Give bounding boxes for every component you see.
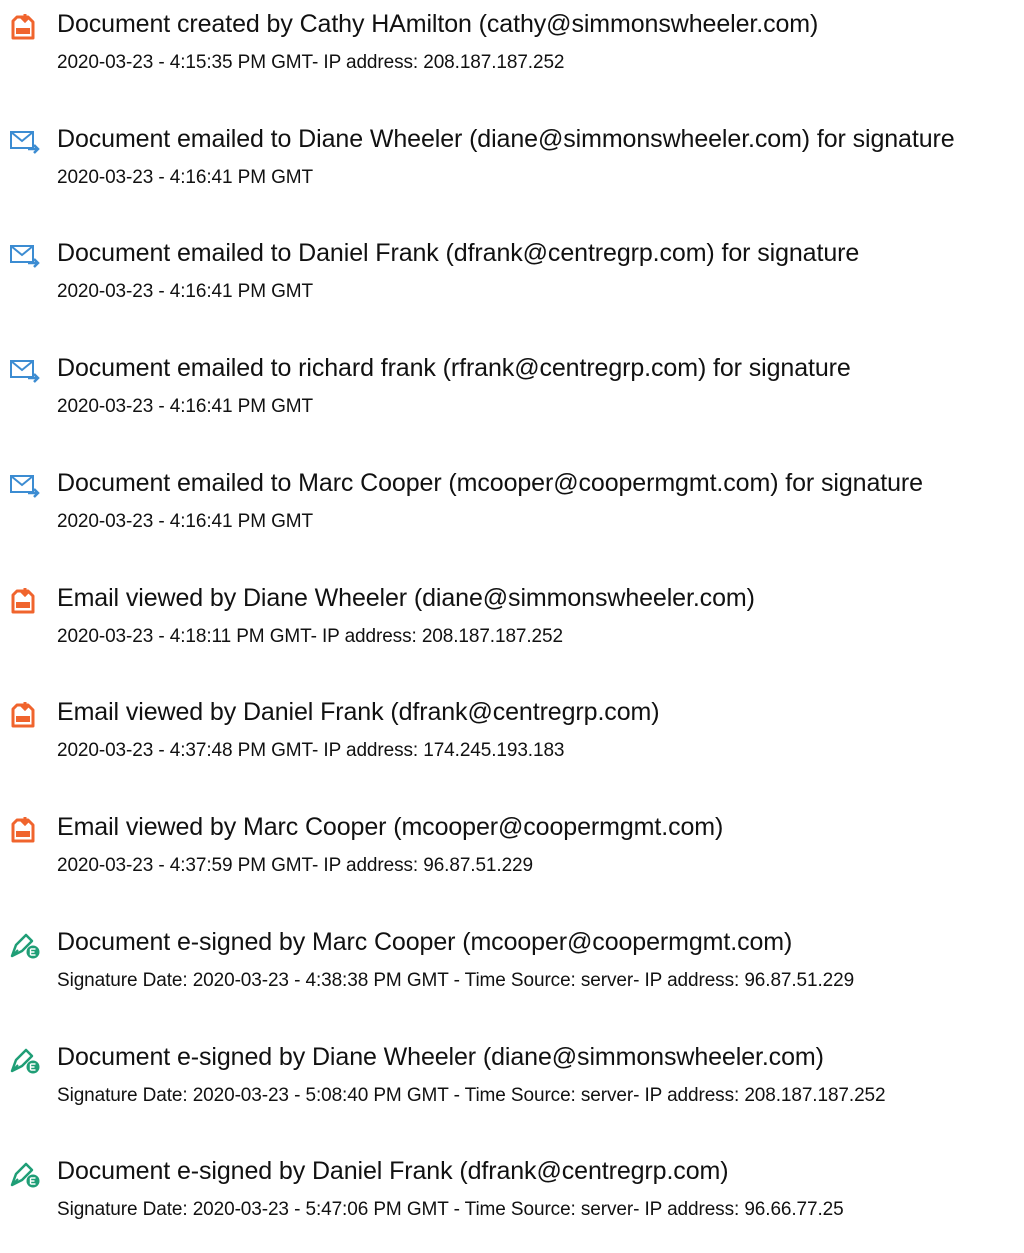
document-icon-graphic — [11, 702, 35, 728]
event-detail: 2020-03-23 - 4:37:59 PM GMT- IP address:… — [57, 855, 533, 876]
audit-event: Document emailed to Marc Cooper (mcooper… — [0, 465, 1024, 565]
event-detail: 2020-03-23 - 4:37:48 PM GMT- IP address:… — [57, 740, 565, 761]
audit-event: Email viewed by Marc Cooper (mcooper@coo… — [0, 809, 1024, 909]
document-icon — [8, 12, 42, 42]
email-sent-icon — [8, 241, 42, 271]
document-icon-graphic — [11, 817, 35, 843]
email-sent-icon-graphic — [10, 131, 40, 154]
e-signature-icon — [8, 1159, 42, 1189]
audit-event: Document emailed to richard frank (rfran… — [0, 350, 1024, 450]
e-signature-icon-graphic — [10, 1048, 40, 1074]
event-headline: Document emailed to Diane Wheeler (diane… — [57, 125, 955, 153]
email-sent-icon-graphic — [10, 475, 40, 498]
e-signature-icon — [8, 1045, 42, 1075]
email-sent-icon — [8, 127, 42, 157]
audit-event: Document emailed to Diane Wheeler (diane… — [0, 121, 1024, 221]
event-headline: Document e-signed by Marc Cooper (mcoope… — [57, 928, 793, 956]
event-headline: Document emailed to Daniel Frank (dfrank… — [57, 239, 860, 267]
email-sent-icon-graphic — [10, 245, 40, 268]
event-detail: Signature Date: 2020-03-23 - 4:38:38 PM … — [57, 970, 855, 991]
email-sent-icon — [8, 471, 42, 501]
event-headline: Email viewed by Daniel Frank (dfrank@cen… — [57, 698, 660, 726]
event-detail: 2020-03-23 - 4:15:35 PM GMT- IP address:… — [57, 52, 565, 73]
e-signature-icon — [8, 930, 42, 960]
e-signature-icon-graphic — [10, 933, 40, 959]
email-sent-icon-graphic — [10, 360, 40, 383]
event-detail: 2020-03-23 - 4:16:41 PM GMT — [57, 396, 314, 417]
event-detail: 2020-03-23 - 4:16:41 PM GMT — [57, 167, 314, 188]
event-headline: Document e-signed by Daniel Frank (dfran… — [57, 1157, 729, 1185]
audit-event: Email viewed by Daniel Frank (dfrank@cen… — [0, 694, 1024, 794]
email-sent-icon — [8, 356, 42, 386]
event-headline: Document e-signed by Diane Wheeler (dian… — [57, 1043, 824, 1071]
document-icon — [8, 700, 42, 730]
e-signature-icon-graphic — [10, 1162, 40, 1188]
event-detail: Signature Date: 2020-03-23 - 5:08:40 PM … — [57, 1085, 886, 1106]
document-icon — [8, 586, 42, 616]
event-detail: 2020-03-23 - 4:16:41 PM GMT — [57, 511, 314, 532]
event-headline: Email viewed by Marc Cooper (mcooper@coo… — [57, 813, 724, 841]
audit-event: Document e-signed by Marc Cooper (mcoope… — [0, 924, 1024, 1024]
audit-event: Document emailed to Daniel Frank (dfrank… — [0, 235, 1024, 335]
event-headline: Email viewed by Diane Wheeler (diane@sim… — [57, 584, 755, 612]
audit-event: Email viewed by Diane Wheeler (diane@sim… — [0, 580, 1024, 680]
event-headline: Document emailed to Marc Cooper (mcooper… — [57, 469, 923, 497]
event-headline: Document created by Cathy HAmilton (cath… — [57, 10, 819, 38]
audit-event: Document e-signed by Daniel Frank (dfran… — [0, 1153, 1024, 1253]
event-detail: 2020-03-23 - 4:16:41 PM GMT — [57, 281, 314, 302]
audit-event: Document created by Cathy HAmilton (cath… — [0, 6, 1024, 106]
document-icon-graphic — [11, 588, 35, 614]
event-headline: Document emailed to richard frank (rfran… — [57, 354, 851, 382]
document-icon — [8, 815, 42, 845]
event-detail: 2020-03-23 - 4:18:11 PM GMT- IP address:… — [57, 626, 563, 647]
event-detail: Signature Date: 2020-03-23 - 5:47:06 PM … — [57, 1199, 844, 1220]
audit-event: Document e-signed by Diane Wheeler (dian… — [0, 1039, 1024, 1139]
document-icon-graphic — [11, 14, 35, 40]
